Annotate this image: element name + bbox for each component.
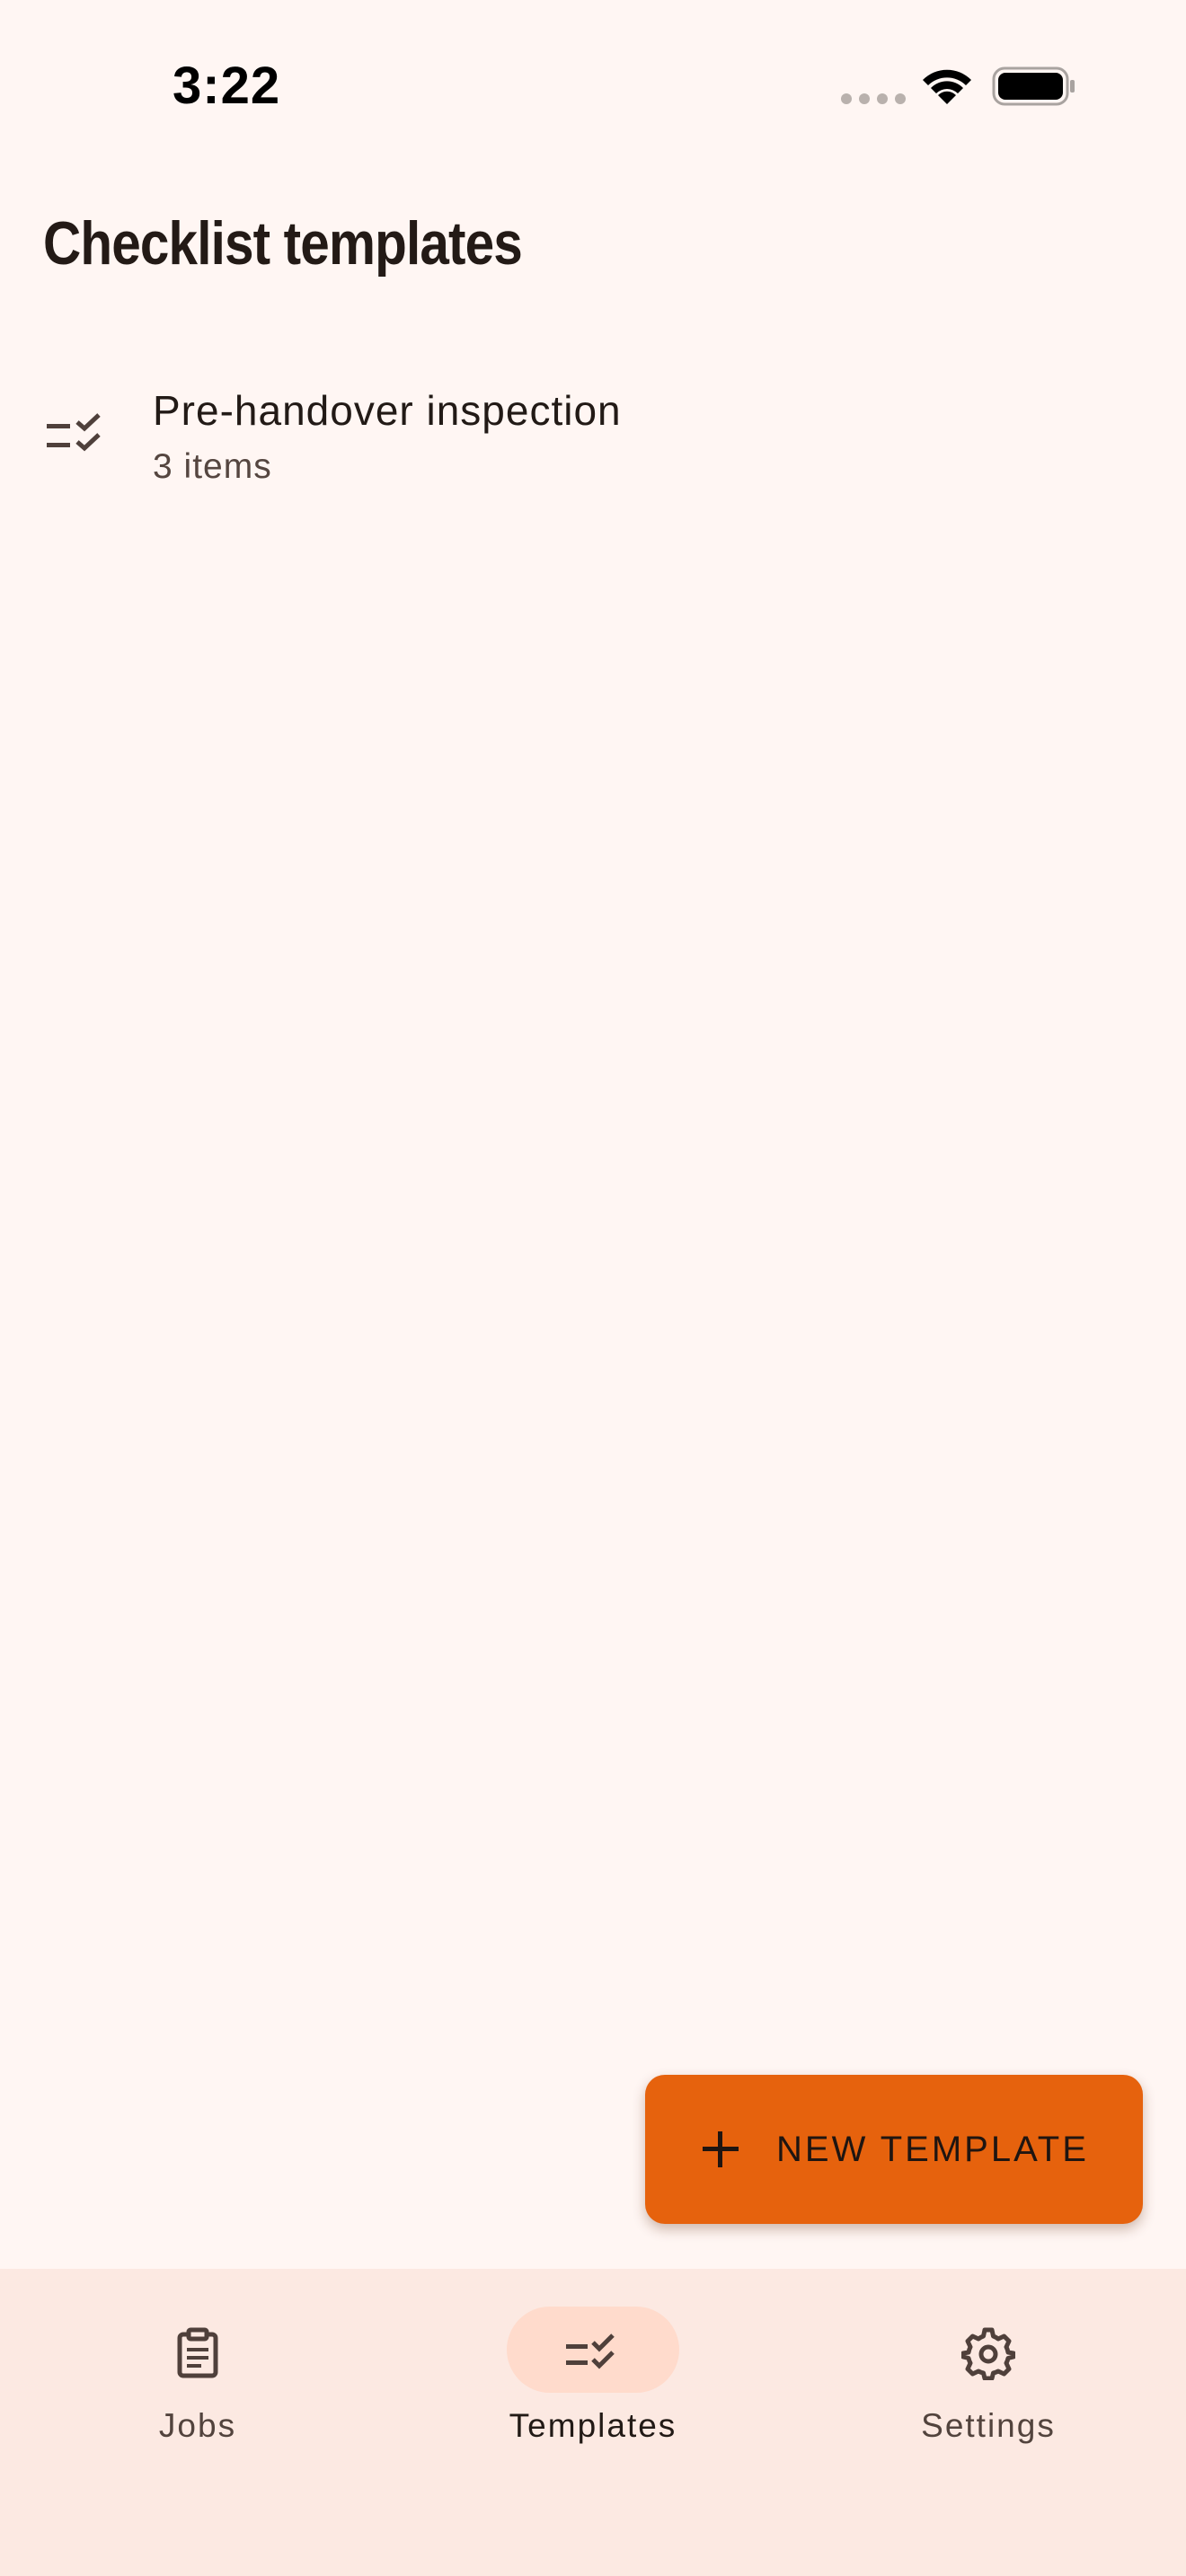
template-list: Pre-handover inspection 3 items	[0, 359, 1186, 512]
signal-dots-icon	[841, 93, 906, 104]
nav-label-jobs: Jobs	[158, 2407, 237, 2444]
nav-label-templates: Templates	[509, 2407, 677, 2444]
gear-icon	[961, 2327, 1015, 2380]
nav-label-settings: Settings	[921, 2407, 1056, 2444]
status-bar: 3:22	[0, 0, 1186, 171]
checklist-icon	[47, 413, 101, 452]
battery-icon	[992, 66, 1075, 106]
list-item[interactable]: Pre-handover inspection 3 items	[0, 359, 1186, 512]
plus-icon	[703, 2131, 739, 2167]
bottom-nav: Jobs Templates Settings	[0, 2269, 1186, 2576]
wifi-icon	[923, 69, 971, 104]
page-title: Checklist templates	[43, 209, 523, 278]
nav-item-jobs[interactable]: Jobs	[63, 2307, 332, 2477]
nav-item-templates[interactable]: Templates	[458, 2307, 728, 2477]
new-template-label: NEW TEMPLATE	[776, 2129, 1089, 2169]
clipboard-icon	[177, 2327, 218, 2378]
new-template-button[interactable]: NEW TEMPLATE	[645, 2075, 1143, 2224]
status-time: 3:22	[173, 57, 281, 115]
template-item-count: 3 items	[153, 447, 272, 486]
template-title: Pre-handover inspection	[153, 387, 622, 434]
checklist-icon	[566, 2333, 615, 2369]
nav-item-settings[interactable]: Settings	[854, 2307, 1123, 2477]
